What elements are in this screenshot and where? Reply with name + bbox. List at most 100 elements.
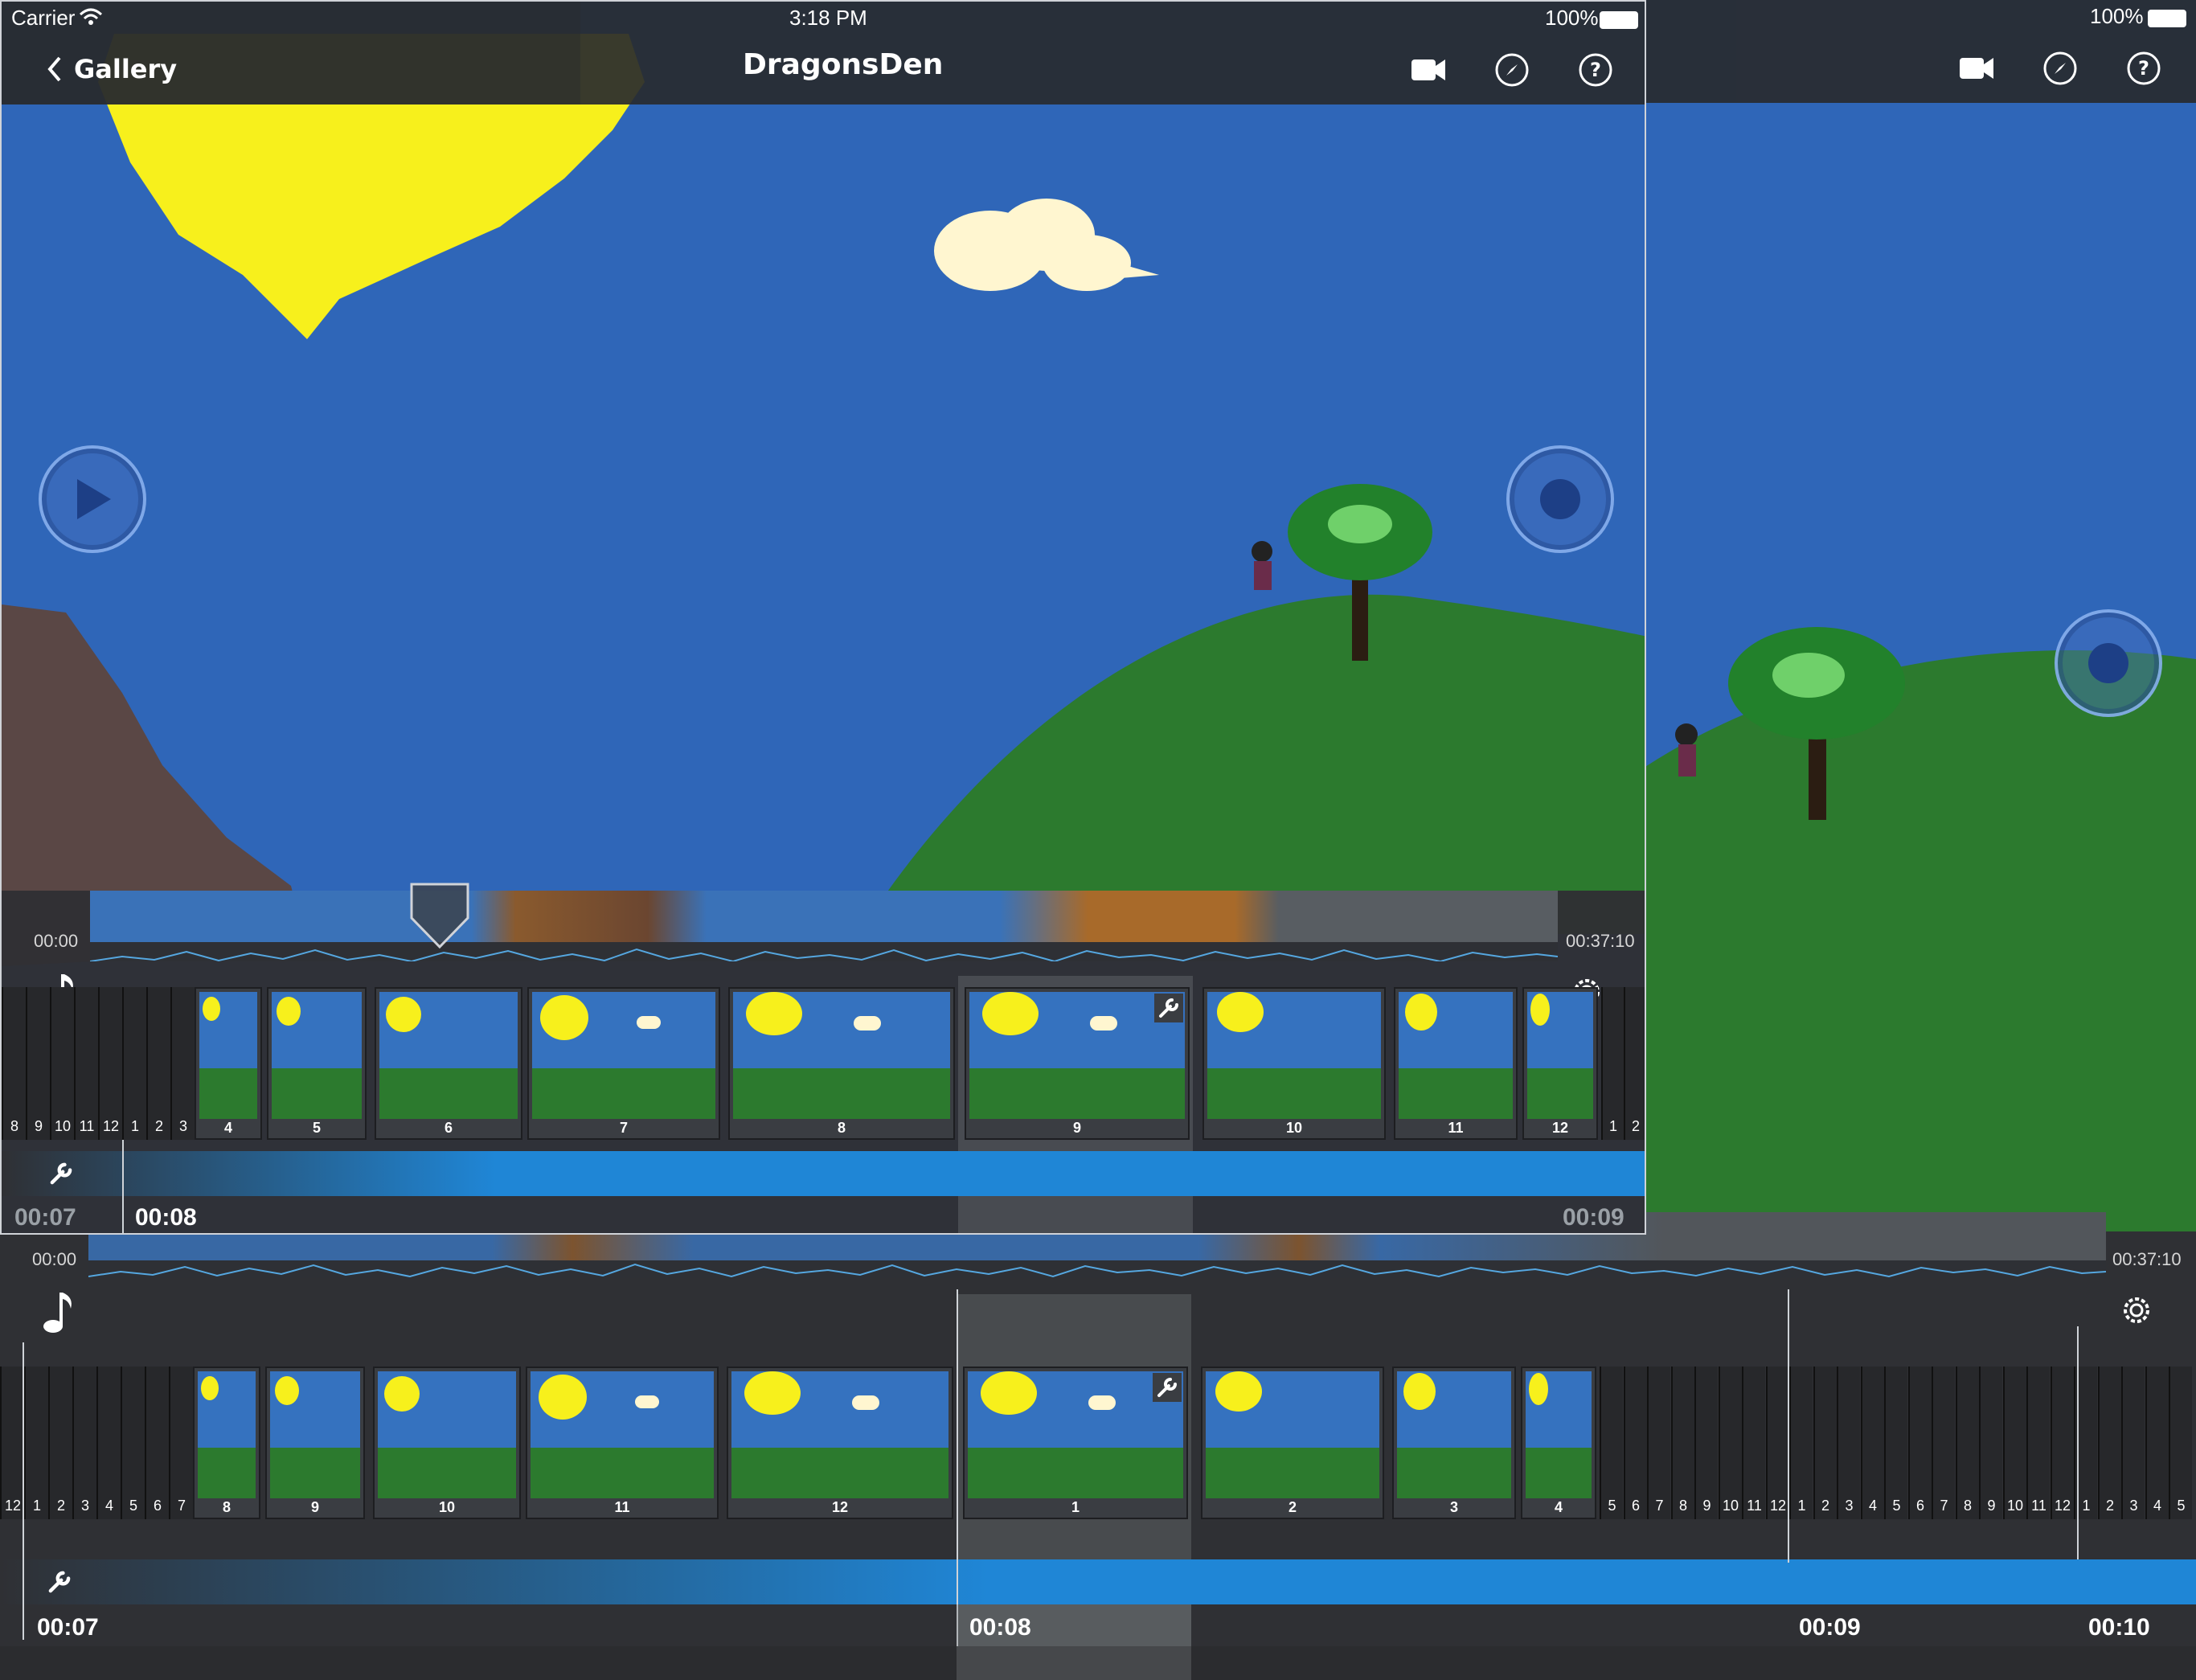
frame-number: 6 [1915,1498,1924,1514]
frame-card[interactable]: 12 [727,1367,953,1519]
frame-slat[interactable]: 4 [1860,1367,1884,1519]
frame-number: 8 [1963,1498,1972,1514]
time-label-bottom-1: 00:08 [969,1614,1031,1641]
timeline-start-bottom: 00:00 [32,1249,77,1269]
frame-slat[interactable]: 7 [1647,1367,1670,1519]
frame-slat[interactable]: 6 [1907,1367,1932,1519]
back-button[interactable]: Gallery [45,50,177,88]
frame-slat[interactable]: 4 [2145,1367,2169,1519]
playhead-line [122,1140,124,1233]
frames-row-bottom: 12 1 2 3 4 5 6 7 8 9 10 11 12 1 2 3 4 56… [0,1294,2196,1680]
carrier-label: Carrier [11,6,76,30]
frame-card[interactable]: 5 [267,987,367,1140]
frame-slat[interactable]: 11 [2026,1367,2050,1519]
frame-card[interactable]: 11 [526,1367,719,1519]
compass-icon[interactable] [1493,51,1530,88]
audio-track-top[interactable] [2,1151,1645,1196]
time-label-top-0: 00:07 [14,1204,76,1231]
gear-icon[interactable] [2119,1293,2154,1328]
frame-card[interactable]: 12 [1522,987,1598,1140]
frame-slat[interactable]: 8 [1955,1367,1979,1519]
frame-slat[interactable]: 1 [1789,1367,1813,1519]
play-button[interactable] [39,445,146,553]
frame-card[interactable]: 4 [1521,1367,1596,1519]
compass-icon[interactable] [2042,50,2079,87]
time-label-top-1: 00:08 [135,1204,197,1231]
frame-slat[interactable]: 10 [2002,1367,2026,1519]
frame-number: 8 [1678,1498,1687,1514]
help-icon[interactable]: ? [2125,50,2162,87]
frame-slat[interactable]: 12 [2050,1367,2074,1519]
help-icon[interactable]: ? [1577,51,1614,88]
battery-label-right: 100% [2090,4,2144,28]
frame-number: 2 [1821,1498,1829,1514]
frame-card[interactable]: 7 [527,987,720,1140]
frame-slat[interactable]: 9 [1979,1367,2002,1519]
frame-number: 10 [1722,1498,1739,1514]
frame-slat[interactable]: 2 [1813,1367,1837,1519]
frame-number: 5 [1608,1498,1616,1514]
time-label-bottom-2: 00:09 [1799,1614,1861,1641]
frame-card[interactable]: 6 [375,987,522,1140]
frame-card[interactable]: 8 [728,987,955,1140]
music-note-icon[interactable] [42,1289,77,1334]
frame-number: 1 [2082,1498,2091,1514]
wrench-icon[interactable] [43,1566,76,1598]
camera-icon[interactable] [1410,51,1447,88]
play-icon [77,479,111,519]
frame-number: 3 [2129,1498,2138,1514]
audio-waveform [88,1263,2106,1278]
wrench-icon[interactable] [45,1158,77,1190]
frame-number: 4 [2153,1498,2161,1514]
frame-number: 12 [1769,1498,1787,1514]
time-label-bottom-0: 00:07 [37,1614,99,1641]
frame-number: 7 [1940,1498,1948,1514]
frame-slat[interactable]: 12 [1765,1367,1789,1519]
frame-card[interactable]: 10 [373,1367,521,1519]
battery-icon [2148,10,2186,27]
frame-number: 5 [2177,1498,2186,1514]
frame-number: 2 [2105,1498,2114,1514]
frame-card[interactable]: 4 [195,987,262,1140]
page-title: DragonsDen [743,48,944,81]
playhead-line [957,1289,958,1646]
camera-icon[interactable] [1958,50,1995,87]
wifi-icon [79,8,103,25]
frame-card[interactable]: 9 [265,1367,365,1519]
frame-slat[interactable]: 2 [2097,1367,2121,1519]
frame-number: 3 [1845,1498,1854,1514]
chevron-left-icon [47,56,61,82]
frame-slat[interactable]: 6 [1623,1367,1647,1519]
audio-track-bottom[interactable] [0,1559,2196,1604]
frame-card-selected[interactable]: 1 [963,1367,1188,1519]
frame-card[interactable]: 11 [1394,987,1518,1140]
frame-card[interactable]: 8 [193,1367,260,1519]
timeline-scrubber-handle[interactable] [408,881,471,950]
frame-slat[interactable]: 5 [1884,1367,1907,1519]
record-icon [2088,643,2128,683]
frame-slat[interactable]: 5 [1600,1367,1623,1519]
wrench-icon[interactable] [1153,1373,1182,1402]
time-label-top-2: 00:09 [1563,1204,1624,1231]
frame-slat[interactable]: 5 [2169,1367,2192,1519]
frame-slat[interactable]: 3 [2121,1367,2145,1519]
timeline-strip-top[interactable] [90,891,1558,961]
record-button-right[interactable] [2055,609,2162,717]
frame-card[interactable]: 10 [1202,987,1386,1140]
frame-slat[interactable]: 7 [1932,1367,1955,1519]
frame-slat[interactable]: 3 [1837,1367,1860,1519]
frame-slat[interactable]: 9 [1694,1367,1718,1519]
frame-number: 10 [2006,1498,2024,1514]
time-label-bottom-3: 00:10 [2088,1614,2150,1641]
wrench-icon[interactable] [1154,994,1183,1022]
frame-number: 11 [1747,1498,1762,1514]
record-button[interactable] [1506,445,1614,553]
tick-line [23,1342,24,1640]
frame-slat[interactable]: 10 [1718,1367,1742,1519]
frame-card[interactable]: 3 [1392,1367,1516,1519]
frame-card[interactable]: 2 [1201,1367,1384,1519]
frame-card-selected[interactable]: 9 [965,987,1190,1140]
frame-number: 1 [1797,1498,1806,1514]
frame-slat[interactable]: 8 [1670,1367,1694,1519]
frame-slat[interactable]: 11 [1742,1367,1765,1519]
